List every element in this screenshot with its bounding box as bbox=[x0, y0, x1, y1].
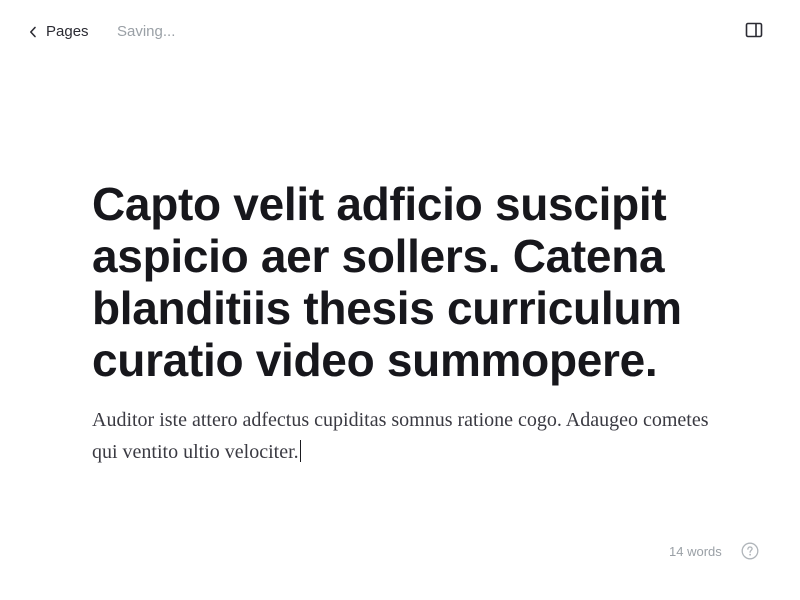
sidebar-panel-icon bbox=[745, 22, 763, 43]
help-button[interactable] bbox=[740, 542, 760, 565]
text-caret bbox=[299, 440, 301, 462]
chevron-left-icon bbox=[28, 26, 38, 38]
back-link-label: Pages bbox=[46, 23, 89, 40]
document-body[interactable]: Auditor iste attero adfectus cupiditas s… bbox=[92, 404, 712, 468]
help-circle-icon bbox=[741, 542, 759, 565]
document-body-text: Auditor iste attero adfectus cupiditas s… bbox=[92, 409, 709, 463]
top-bar: Pages Saving... bbox=[0, 0, 800, 64]
editor-content: Capto velit adficio suscipit aspicio aer… bbox=[92, 178, 732, 468]
word-count: 14 words bbox=[669, 544, 722, 559]
save-status: Saving... bbox=[117, 23, 176, 40]
sidebar-panel-toggle-button[interactable] bbox=[744, 22, 764, 42]
document-title[interactable]: Capto velit adficio suscipit aspicio aer… bbox=[92, 178, 732, 386]
back-to-pages-link[interactable]: Pages bbox=[28, 22, 89, 42]
